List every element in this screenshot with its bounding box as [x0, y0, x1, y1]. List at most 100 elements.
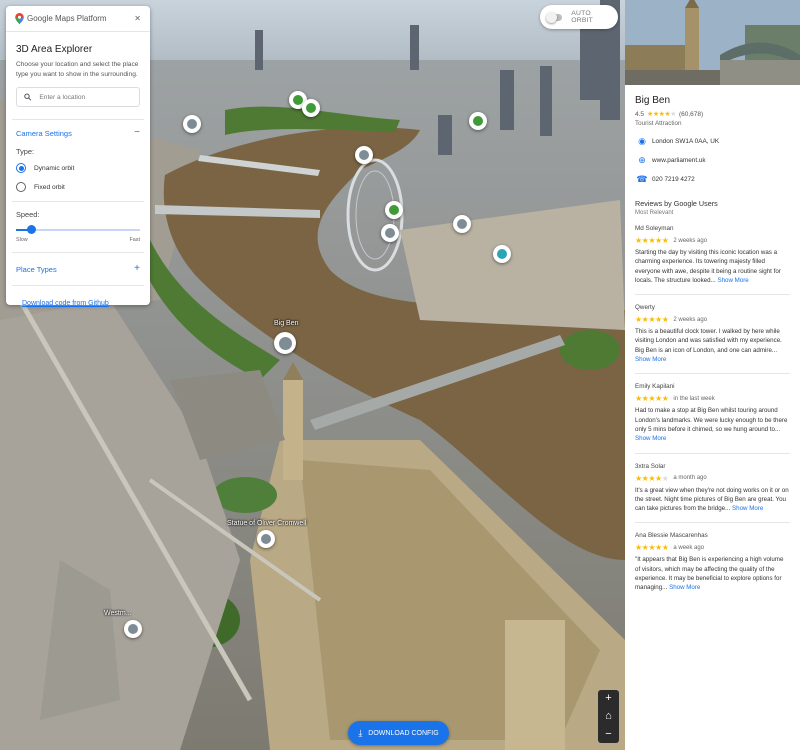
review-text: Had to make a stop at Big Ben whilst tou… — [635, 407, 788, 433]
google-maps-logo-icon — [15, 13, 24, 24]
review-stars-icon: ★★★★★ — [635, 394, 669, 404]
show-more-link[interactable]: Show More — [635, 435, 666, 442]
cromwell-marker[interactable] — [257, 530, 275, 548]
radio-dynamic-orbit-control[interactable] — [16, 163, 26, 173]
place-types-header[interactable]: Place Types + — [16, 261, 140, 277]
radio-fixed-orbit-label: Fixed orbit — [34, 183, 65, 191]
review-stars-icon: ★★★★★ — [635, 315, 669, 325]
big-ben-map-label: Big Ben — [274, 320, 299, 327]
auto-orbit-toggle[interactable]: AUTO ORBIT — [540, 5, 618, 29]
review-time: a week ago — [673, 544, 705, 551]
place-details-panel: Big Ben 4.5 ★★★★★ (60,678) Tourist Attra… — [625, 0, 800, 750]
divider — [12, 201, 144, 202]
divider — [12, 119, 144, 120]
zoom-in-icon[interactable]: + — [605, 693, 611, 704]
review-time: 2 weeks ago — [673, 237, 708, 244]
type-label: Type: — [16, 147, 35, 156]
download-config-label: DOWNLOAD CONFIG — [368, 729, 439, 737]
review-time: in the last week — [673, 395, 715, 402]
review-author: Md Soleyman — [635, 225, 674, 232]
review-item: 3xtra Solar ★★★★★ a month ago It's a gre… — [635, 463, 790, 524]
download-icon: ⤓ — [358, 727, 363, 738]
phone-icon: ☎ — [636, 174, 648, 184]
review-stars-icon: ★★★★★ — [635, 473, 669, 483]
park-marker[interactable] — [385, 201, 403, 219]
show-more-link[interactable]: Show More — [635, 356, 666, 363]
westminster-map-label: Westm... — [104, 610, 132, 617]
collapse-panel-icon[interactable]: ✕ — [134, 14, 141, 23]
website-row[interactable]: ⊕ www.parliament.uk — [635, 155, 800, 165]
big-ben-photo-image — [625, 0, 800, 85]
rating-count: (60,678) — [678, 110, 704, 118]
westminster-marker[interactable] — [124, 620, 142, 638]
place-marker[interactable] — [355, 146, 373, 164]
show-more-link[interactable]: Show More — [669, 584, 700, 591]
review-item: Ana Blessie Mascarenhas ★★★★★ a week ago… — [635, 532, 790, 601]
rating-value: 4.5 — [635, 110, 645, 118]
place-marker[interactable] — [381, 224, 399, 242]
review-time: 2 weeks ago — [673, 316, 708, 323]
website-link[interactable]: www.parliament.uk — [652, 157, 706, 164]
radio-fixed-orbit[interactable]: Fixed orbit — [16, 182, 140, 192]
radio-dynamic-orbit-label: Dynamic orbit — [34, 164, 75, 172]
review-author: 3xtra Solar — [635, 462, 666, 470]
review-text: "It appears that Big Ben is experiencing… — [635, 556, 784, 592]
collapse-section-icon[interactable]: − — [134, 128, 140, 138]
explorer-panel: Google Maps Platform ✕ 3D Area Explorer … — [6, 6, 150, 307]
review-stars-icon: ★★★★★ — [635, 543, 669, 553]
review-text: It's a great view when they're not doing… — [635, 486, 789, 513]
map-controls: + ⌂ − — [598, 690, 619, 743]
rating-stars-icon: ★★★★★ — [647, 111, 676, 118]
radio-fixed-orbit-control[interactable] — [16, 182, 26, 192]
place-types-title: Place Types — [16, 264, 57, 274]
review-stars-icon: ★★★★★ — [635, 236, 669, 245]
location-search-input[interactable] — [39, 93, 132, 101]
location-pin-icon: ◉ — [638, 136, 646, 146]
panel-description: Choose your location and select the plac… — [16, 61, 139, 78]
location-search[interactable] — [16, 87, 140, 107]
show-more-link[interactable]: Show More — [717, 277, 748, 284]
speed-min-label: Slow — [16, 237, 28, 243]
review-text: This is a beautiful clock tower. I walke… — [635, 328, 782, 354]
radio-dynamic-orbit[interactable]: Dynamic orbit — [16, 163, 140, 173]
expand-section-icon[interactable]: + — [134, 264, 140, 274]
cromwell-map-label: Statue of Oliver Cromwell — [227, 520, 307, 527]
review-time: a month ago — [673, 475, 707, 482]
home-icon[interactable]: ⌂ — [605, 710, 612, 722]
place-marker[interactable] — [453, 215, 471, 233]
panel-title: 3D Area Explorer — [16, 44, 93, 55]
speed-slider[interactable] — [16, 225, 140, 235]
review-author: Qwerty — [635, 304, 655, 312]
phone-row[interactable]: ☎ 020 7219 4272 — [635, 174, 800, 184]
big-ben-marker[interactable] — [274, 332, 296, 354]
divider — [12, 252, 144, 253]
speed-label: Speed: — [16, 210, 40, 219]
panel-header: Google Maps Platform ✕ — [6, 6, 150, 32]
phone-text: 020 7219 4272 — [652, 176, 695, 183]
place-marker[interactable] — [493, 245, 511, 263]
github-download-link[interactable]: Download code from Github — [22, 300, 140, 307]
show-more-link[interactable]: Show More — [732, 505, 763, 512]
speed-max-label: Fast — [129, 237, 140, 243]
search-icon — [24, 93, 32, 101]
divider — [12, 285, 144, 286]
auto-orbit-label: AUTO ORBIT — [571, 10, 594, 24]
address-row: ◉ London SW1A 0AA, UK — [635, 136, 800, 146]
review-author: Emily Kapilani — [635, 383, 675, 391]
reviews-title: Reviews by Google Users — [635, 199, 718, 208]
park-marker[interactable] — [302, 99, 320, 117]
speed-slider-thumb[interactable] — [26, 225, 36, 234]
place-type: Tourist Attraction — [635, 120, 682, 127]
zoom-out-icon[interactable]: − — [605, 728, 611, 740]
review-item: Md Soleyman ★★★★★ 2 weeks ago Starting t… — [635, 225, 790, 296]
auto-orbit-switch[interactable] — [545, 11, 563, 23]
park-marker[interactable] — [469, 112, 487, 130]
address-text: London SW1A 0AA, UK — [652, 138, 720, 145]
place-marker[interactable] — [183, 115, 201, 133]
review-item: Emily Kapilani ★★★★★ in the last week Ha… — [635, 383, 790, 454]
review-author: Ana Blessie Mascarenhas — [635, 532, 708, 540]
download-config-button[interactable]: ⤓ DOWNLOAD CONFIG — [348, 721, 449, 745]
camera-settings-header[interactable]: Camera Settings − — [16, 125, 140, 141]
reviews-sort: Most Relevant — [635, 210, 674, 216]
place-name: Big Ben — [635, 95, 671, 106]
